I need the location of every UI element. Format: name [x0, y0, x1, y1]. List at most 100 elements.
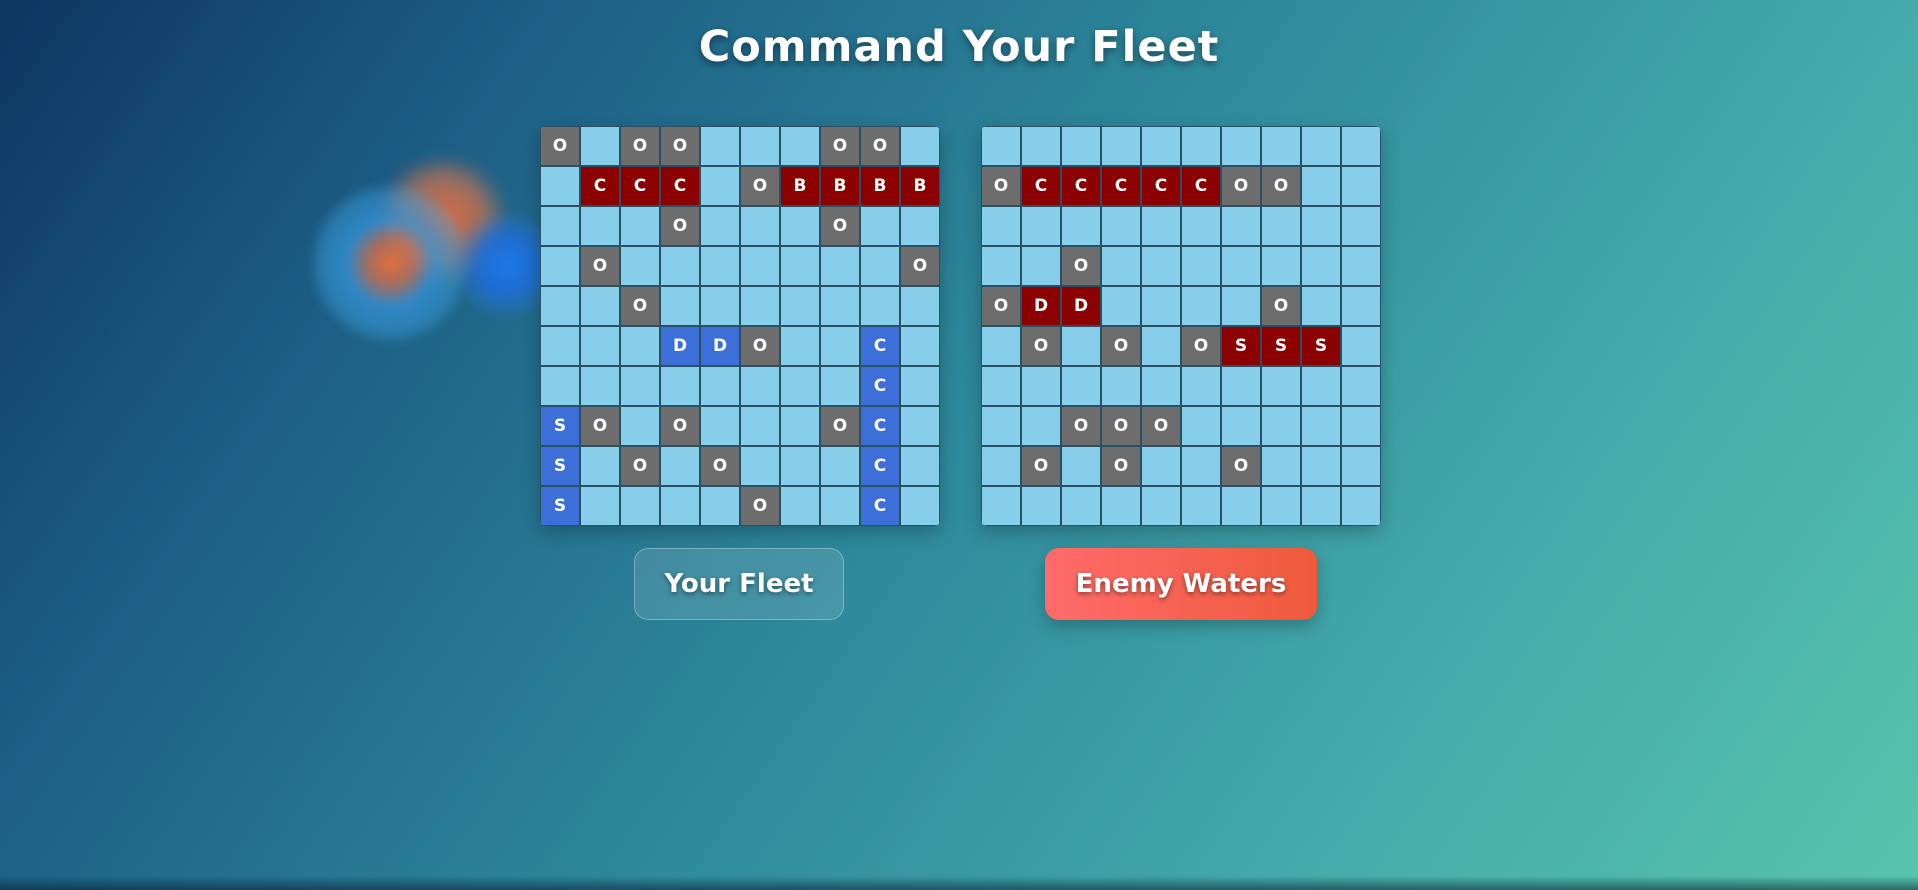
board-cell[interactable]: [1221, 406, 1261, 446]
board-cell[interactable]: [1301, 206, 1341, 246]
board-cell[interactable]: [1301, 366, 1341, 406]
board-cell[interactable]: [1141, 206, 1181, 246]
board-cell[interactable]: [1141, 326, 1181, 366]
board-cell[interactable]: O: [1221, 166, 1261, 206]
board-cell[interactable]: [1261, 406, 1301, 446]
board-cell[interactable]: [1181, 206, 1221, 246]
board-cell[interactable]: [1341, 486, 1381, 526]
board-cell[interactable]: [1061, 326, 1101, 366]
board-cell[interactable]: [1141, 366, 1181, 406]
board-cell[interactable]: [1341, 326, 1381, 366]
board-cell[interactable]: C: [1061, 166, 1101, 206]
board-cell[interactable]: O: [1021, 326, 1061, 366]
board-cell[interactable]: [1061, 366, 1101, 406]
board-cell[interactable]: [1261, 366, 1301, 406]
board-cell[interactable]: [1061, 126, 1101, 166]
board-cell[interactable]: [1221, 206, 1261, 246]
board-cell[interactable]: S: [1261, 326, 1301, 366]
board-cell[interactable]: S: [1221, 326, 1261, 366]
board-cell[interactable]: [1101, 206, 1141, 246]
board-cell[interactable]: [981, 486, 1021, 526]
board-cell[interactable]: [1021, 406, 1061, 446]
board-cell[interactable]: D: [1021, 286, 1061, 326]
board-cell[interactable]: [1221, 286, 1261, 326]
board-cell[interactable]: [1261, 126, 1301, 166]
board-cell[interactable]: [1181, 246, 1221, 286]
board-cell[interactable]: O: [981, 286, 1021, 326]
board-cell[interactable]: C: [1101, 166, 1141, 206]
board-cell[interactable]: C: [1021, 166, 1061, 206]
board-cell[interactable]: [1181, 446, 1221, 486]
board-cell[interactable]: [1341, 126, 1381, 166]
board-cell[interactable]: [1181, 126, 1221, 166]
board-cell[interactable]: [981, 446, 1021, 486]
board-cell[interactable]: [1101, 286, 1141, 326]
board-cell[interactable]: D: [1061, 286, 1101, 326]
board-cell[interactable]: [1301, 246, 1341, 286]
board-cell[interactable]: [1301, 126, 1341, 166]
enemy-waters-button[interactable]: Enemy Waters: [1045, 548, 1317, 620]
board-cell[interactable]: O: [1101, 446, 1141, 486]
board-cell[interactable]: S: [1301, 326, 1341, 366]
board-cell[interactable]: [981, 406, 1021, 446]
board-cell[interactable]: [1181, 366, 1221, 406]
board-cell[interactable]: [1261, 446, 1301, 486]
board-cell[interactable]: [1181, 286, 1221, 326]
board-cell[interactable]: O: [1101, 406, 1141, 446]
board-cell[interactable]: [981, 126, 1021, 166]
board-cell[interactable]: [1301, 286, 1341, 326]
board-cell[interactable]: [1261, 206, 1301, 246]
board-cell[interactable]: [1141, 126, 1181, 166]
board-cell[interactable]: [1021, 366, 1061, 406]
your-fleet-button[interactable]: Your Fleet: [634, 548, 844, 620]
board-cell[interactable]: [1341, 286, 1381, 326]
board-cell[interactable]: O: [1021, 446, 1061, 486]
board-cell[interactable]: [1301, 486, 1341, 526]
board-cell[interactable]: [1101, 486, 1141, 526]
board-cell[interactable]: C: [1141, 166, 1181, 206]
board-cell[interactable]: [1141, 486, 1181, 526]
board-cell[interactable]: [1101, 126, 1141, 166]
board-cell[interactable]: [1181, 406, 1221, 446]
board-cell[interactable]: [981, 326, 1021, 366]
board-cell[interactable]: [1341, 406, 1381, 446]
board-cell[interactable]: C: [1181, 166, 1221, 206]
board-cell[interactable]: [1261, 246, 1301, 286]
board-cell[interactable]: [1341, 366, 1381, 406]
board-cell[interactable]: [981, 246, 1021, 286]
board-cell[interactable]: [1301, 166, 1341, 206]
board-cell[interactable]: O: [1261, 286, 1301, 326]
board-cell[interactable]: [1061, 486, 1101, 526]
board-cell[interactable]: [1341, 246, 1381, 286]
board-cell[interactable]: [1021, 246, 1061, 286]
board-cell[interactable]: [1141, 446, 1181, 486]
board-cell[interactable]: [1141, 246, 1181, 286]
board-cell[interactable]: O: [1261, 166, 1301, 206]
board-cell[interactable]: [1341, 446, 1381, 486]
board-cell[interactable]: [1021, 126, 1061, 166]
board-cell[interactable]: [1301, 406, 1341, 446]
board-cell[interactable]: O: [1181, 326, 1221, 366]
board-cell[interactable]: [1221, 246, 1261, 286]
board-cell[interactable]: [981, 366, 1021, 406]
board-cell[interactable]: O: [1141, 406, 1181, 446]
board-cell[interactable]: [1021, 206, 1061, 246]
board-cell[interactable]: [1061, 206, 1101, 246]
board-cell[interactable]: [1021, 486, 1061, 526]
board-cell[interactable]: O: [1061, 246, 1101, 286]
board-cell[interactable]: [1101, 246, 1141, 286]
board-cell[interactable]: [1261, 486, 1301, 526]
board-cell[interactable]: O: [1221, 446, 1261, 486]
board-cell[interactable]: O: [1061, 406, 1101, 446]
board-cell[interactable]: [1061, 446, 1101, 486]
board-cell[interactable]: [1221, 366, 1261, 406]
board-cell[interactable]: [1341, 166, 1381, 206]
board-cell[interactable]: [1101, 366, 1141, 406]
board-cell[interactable]: [1341, 206, 1381, 246]
board-cell[interactable]: O: [981, 166, 1021, 206]
board-cell[interactable]: [981, 206, 1021, 246]
board-cell[interactable]: [1301, 446, 1341, 486]
board-cell[interactable]: [1221, 126, 1261, 166]
board-cell[interactable]: [1181, 486, 1221, 526]
board-cell[interactable]: [1141, 286, 1181, 326]
